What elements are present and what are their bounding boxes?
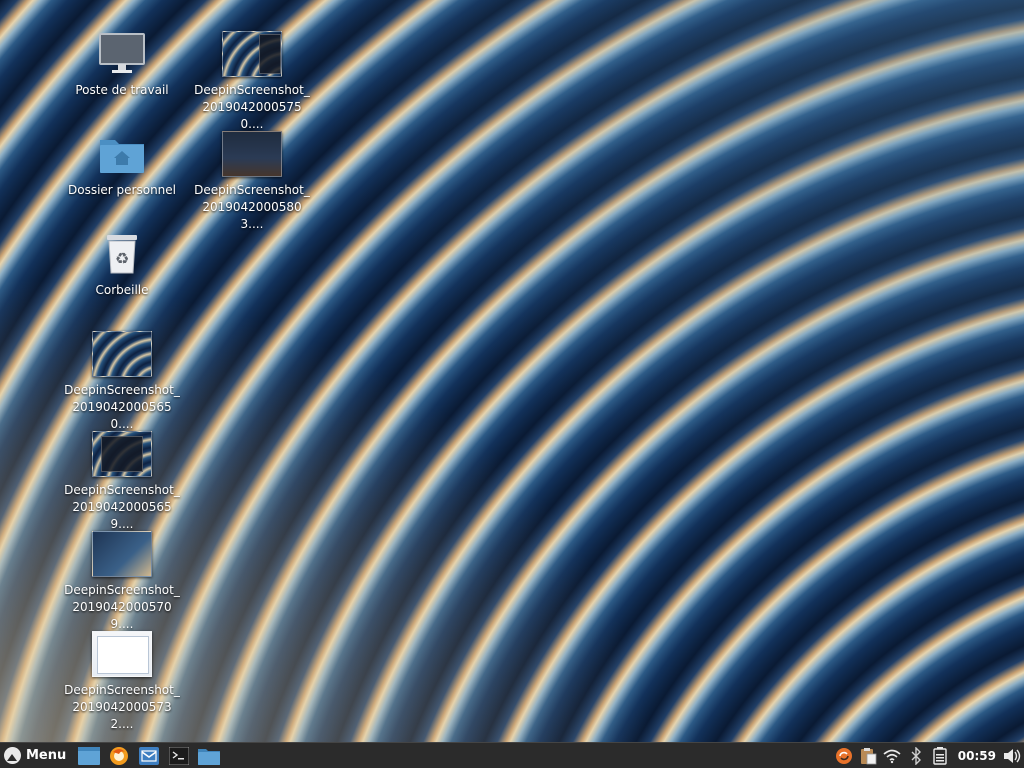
desktop-icon-screenshot[interactable]: DeepinScreenshot_ 20190420005732.... (62, 630, 182, 733)
desktop-icon-label: DeepinScreenshot_ 20190420005659.... (64, 483, 180, 531)
clipboard-icon (860, 747, 877, 764)
terminal-launcher[interactable] (166, 745, 192, 767)
firefox-launcher[interactable] (106, 745, 132, 767)
desktop-icon-label: Dossier personnel (67, 183, 176, 197)
clipboard-button[interactable] (856, 745, 880, 767)
home-folder-icon (92, 130, 152, 178)
desktop[interactable]: Poste de travail Dossier personnel ♻ Cor… (0, 0, 1024, 768)
image-thumbnail-icon (92, 630, 152, 678)
desktop-icon-label: DeepinScreenshot_ 20190420005750.... (194, 83, 310, 131)
menu-button[interactable]: Menu (0, 743, 74, 768)
menu-label: Menu (26, 748, 67, 763)
image-thumbnail-icon (92, 330, 152, 378)
mail-launcher[interactable] (136, 745, 162, 767)
bluetooth-button[interactable] (904, 745, 928, 767)
trash-icon: ♻ (92, 230, 152, 278)
desktop-icon-label: DeepinScreenshot_ 20190420005732.... (64, 683, 180, 731)
desktop-icon-label: DeepinScreenshot_ 20190420005803.... (194, 183, 310, 231)
desktop-icon-screenshot[interactable]: DeepinScreenshot_ 20190420005750.... (192, 30, 312, 133)
battery-button[interactable] (928, 745, 952, 767)
wifi-button[interactable] (880, 745, 904, 767)
mail-icon (139, 746, 160, 765)
file-manager-icon (198, 748, 221, 765)
show-desktop-icon (78, 746, 101, 765)
desktop-icon-label: DeepinScreenshot_ 20190420005650.... (64, 383, 180, 431)
battery-icon (933, 746, 947, 765)
taskbar: Menu 00:59 (0, 742, 1024, 768)
bluetooth-icon (911, 746, 921, 765)
desktop-icon-screenshot[interactable]: DeepinScreenshot_ 20190420005803.... (192, 130, 312, 233)
update-manager-icon (835, 747, 852, 764)
wifi-icon (883, 749, 901, 763)
desktop-icon-trash[interactable]: ♻ Corbeille (62, 230, 182, 299)
desktop-icon-home[interactable]: Dossier personnel (62, 130, 182, 199)
image-thumbnail-icon (222, 30, 282, 78)
image-thumbnail-icon (92, 530, 152, 578)
desktop-icon-label: Corbeille (95, 283, 149, 297)
desktop-icon-screenshot[interactable]: DeepinScreenshot_ 20190420005650.... (62, 330, 182, 433)
svg-text:♻: ♻ (115, 249, 129, 268)
clock[interactable]: 00:59 (952, 749, 1000, 763)
file-manager-launcher[interactable] (196, 745, 222, 767)
computer-icon (92, 30, 152, 78)
image-thumbnail-icon (222, 130, 282, 178)
desktop-icon-label: Poste de travail (75, 83, 169, 97)
firefox-icon (110, 746, 129, 765)
desktop-icon-screenshot[interactable]: DeepinScreenshot_ 20190420005659.... (62, 430, 182, 533)
image-thumbnail-icon (92, 430, 152, 478)
terminal-icon (169, 746, 190, 765)
update-manager-button[interactable] (832, 745, 856, 767)
show-desktop-button[interactable] (76, 745, 102, 767)
desktop-icon-label: DeepinScreenshot_ 20190420005709.... (64, 583, 180, 631)
volume-button[interactable] (1000, 745, 1024, 767)
volume-icon (1004, 748, 1021, 763)
desktop-icon-computer[interactable]: Poste de travail (62, 30, 182, 99)
desktop-icon-screenshot[interactable]: DeepinScreenshot_ 20190420005709.... (62, 530, 182, 633)
distro-logo-icon (4, 747, 21, 764)
